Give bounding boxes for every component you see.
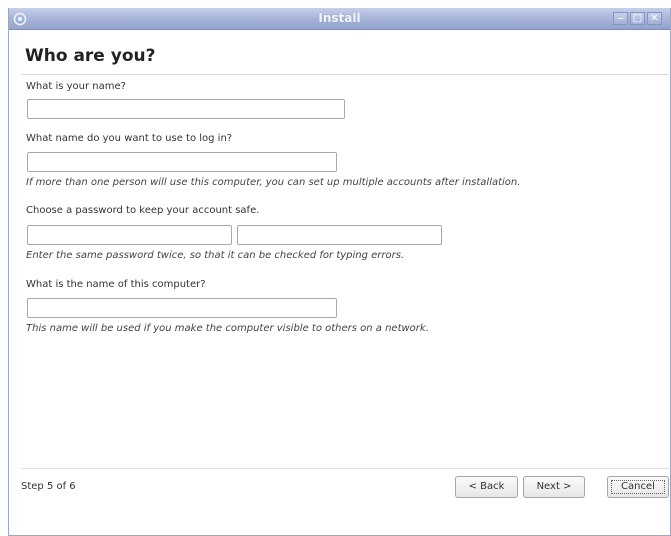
login-hint: If more than one person will use this co… [26,177,521,188]
close-icon: ✕ [650,13,659,24]
window-title: Install [318,11,361,25]
maximize-button[interactable]: □ [630,12,645,25]
password-hint: Enter the same password twice, so that i… [26,250,405,261]
cancel-button[interactable]: Cancel [607,476,669,498]
full-name-input[interactable] [27,99,345,119]
password-confirm-input[interactable] [237,225,442,245]
back-button[interactable]: < Back [455,476,518,498]
username-input[interactable] [27,152,337,172]
computer-name-label: What is the name of this computer? [26,279,206,290]
computer-name-input[interactable] [27,298,337,318]
focus-ring [611,480,665,494]
minimize-icon: ‒ [617,13,624,24]
name-label: What is your name? [26,81,126,92]
page-title: Who are you? [25,46,156,66]
title-bar[interactable]: Install ‒ □ ✕ [9,8,670,30]
login-label: What name do you want to use to log in? [26,133,233,144]
password-label: Choose a password to keep your account s… [26,205,260,216]
minimize-button[interactable]: ‒ [613,12,628,25]
computer-name-hint: This name will be used if you make the c… [26,323,429,334]
close-button[interactable]: ✕ [647,12,662,25]
maximize-icon: □ [632,13,643,24]
next-button[interactable]: Next > [523,476,585,498]
step-indicator: Step 5 of 6 [21,481,76,492]
title-divider [21,74,669,75]
installer-window: Install ‒ □ ✕ Who are you? What is your … [8,8,671,536]
page-content: Who are you? What is your name? What nam… [9,30,670,535]
password-input[interactable] [27,225,232,245]
footer-divider [21,468,669,469]
